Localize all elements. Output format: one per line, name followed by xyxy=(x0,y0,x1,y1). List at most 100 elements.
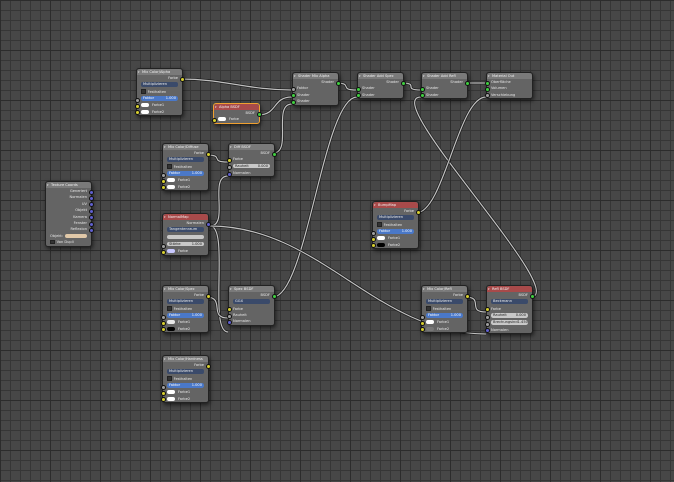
node-shader-mix-alpha[interactable]: Shader Mix AlphaShaderFaktorShaderShader xyxy=(290,72,341,106)
socket-yellow[interactable] xyxy=(226,158,232,164)
node-bump-map[interactable]: BumpMapFarbeMultiplizierenFesthaltenFakt… xyxy=(370,201,421,250)
node-material-out[interactable]: Material OutOberflächeVolumenVerschiebun… xyxy=(484,72,533,100)
dropdown-select[interactable]: Multiplizieren xyxy=(377,215,414,220)
socket-yellow[interactable] xyxy=(415,209,421,215)
checkbox-row[interactable]: Festhalten xyxy=(163,306,208,312)
checkbox-row[interactable]: Festhalten xyxy=(422,306,467,312)
node-editor-canvas[interactable]: Mix Color/AlphaFarbeMultiplizierenFestha… xyxy=(0,0,674,482)
node-diff-bsdf[interactable]: Diff BSDFBSDFFarbeRauheit0.000Normalen xyxy=(226,143,277,178)
socket-yellow[interactable] xyxy=(160,397,166,403)
node-mix-hardness[interactable]: Mix Color/HardnessFarbeMultiplizierenFes… xyxy=(160,355,211,404)
value-slider[interactable]: Faktor 1.000 xyxy=(167,312,204,318)
color-swatch[interactable] xyxy=(218,117,226,122)
socket-yellow[interactable] xyxy=(211,118,217,124)
socket-yellow[interactable] xyxy=(179,76,185,82)
value-slider[interactable]: Rauheit 0.000 xyxy=(491,312,528,318)
value-slider[interactable]: Rauheit 0.000 xyxy=(233,163,270,169)
socket-yellow[interactable] xyxy=(419,327,425,333)
color-swatch[interactable] xyxy=(167,396,175,401)
node-link[interactable] xyxy=(464,296,487,313)
node-link[interactable] xyxy=(257,96,293,116)
checkbox[interactable] xyxy=(141,89,146,94)
color-swatch[interactable] xyxy=(426,320,434,325)
node-link[interactable] xyxy=(272,103,293,154)
socket-blue[interactable] xyxy=(205,221,211,227)
socket-blue[interactable] xyxy=(226,171,232,177)
socket-blue[interactable] xyxy=(226,320,232,326)
color-swatch[interactable] xyxy=(167,184,175,189)
color-swatch[interactable] xyxy=(377,242,385,247)
node-mix-diffuse[interactable]: Mix Color/DiffuseFarbeMultiplizierenFest… xyxy=(160,143,211,192)
dropdown-select[interactable]: GGX xyxy=(233,299,270,304)
socket-blue[interactable] xyxy=(484,328,490,334)
color-swatch[interactable] xyxy=(141,109,149,114)
node-link[interactable] xyxy=(209,225,229,333)
checkbox[interactable] xyxy=(167,376,172,381)
value-slider[interactable] xyxy=(167,234,204,240)
dropdown-select[interactable]: Beckmann xyxy=(491,299,528,304)
checkbox-row[interactable]: Von Dupli xyxy=(46,239,91,245)
socket-yellow[interactable] xyxy=(205,293,211,299)
checkbox-row[interactable]: Festhalten xyxy=(373,222,418,228)
node-link[interactable] xyxy=(272,96,358,298)
value-slider[interactable]: Stärke 1.000 xyxy=(167,241,204,247)
socket-yellow[interactable] xyxy=(160,185,166,191)
node-link[interactable] xyxy=(179,78,293,91)
socket-green[interactable] xyxy=(529,293,535,299)
color-swatch[interactable] xyxy=(377,236,385,241)
dropdown-select[interactable]: Multiplizieren xyxy=(167,369,204,374)
dropdown-select[interactable]: Multiplizieren xyxy=(167,157,204,162)
color-swatch[interactable] xyxy=(167,178,175,183)
node-alpha-bsdf[interactable]: Alpha BSDFBSDFFarbe xyxy=(211,103,262,124)
node-texture-coords[interactable]: Texture CoordsGeneriertNormalenUVObjektK… xyxy=(45,181,94,247)
color-swatch[interactable] xyxy=(141,103,149,108)
checkbox-row[interactable]: Festhalten xyxy=(163,376,208,382)
socket-gray[interactable] xyxy=(484,314,490,320)
dropdown-select[interactable]: Multiplizieren xyxy=(141,82,178,87)
node-mix-alpha[interactable]: Mix Color/AlphaFarbeMultiplizierenFestha… xyxy=(134,68,185,117)
socket-yellow[interactable] xyxy=(160,327,166,333)
socket-yellow[interactable] xyxy=(370,243,376,249)
socket-green[interactable] xyxy=(271,293,277,299)
node-normal-map[interactable]: NormalMapNormalenTangentenraumStärke1.00… xyxy=(160,213,211,256)
node-link[interactable] xyxy=(415,96,487,214)
node-mix-spec[interactable]: Mix Color/SpecFarbeMultiplizierenFesthal… xyxy=(160,285,211,334)
value-slider[interactable]: Faktor 1.000 xyxy=(141,95,178,101)
socket-yellow[interactable] xyxy=(134,110,140,116)
checkbox-row[interactable]: Festhalten xyxy=(137,89,182,95)
socket-yellow[interactable] xyxy=(464,293,470,299)
value-slider[interactable]: Brechungsind 1.450 xyxy=(491,320,528,325)
checkbox[interactable] xyxy=(426,306,431,311)
color-swatch[interactable] xyxy=(167,320,175,325)
socket-gray[interactable] xyxy=(484,93,490,99)
checkbox-row[interactable]: Festhalten xyxy=(163,164,208,170)
checkbox[interactable] xyxy=(377,222,382,227)
checkbox[interactable] xyxy=(167,306,172,311)
object-field[interactable] xyxy=(65,233,87,239)
node-refl-bsdf[interactable]: Refl BSDFBSDFBeckmannFarbeRauheit0.000Br… xyxy=(484,285,535,335)
checkbox[interactable] xyxy=(167,164,172,169)
node-shader-add-refl[interactable]: Shader Add ReflShaderShaderShader xyxy=(419,72,470,100)
color-swatch[interactable] xyxy=(167,390,175,395)
node-shader-add-spec[interactable]: Shader Add SpecShaderShaderShader xyxy=(355,72,406,100)
color-swatch[interactable] xyxy=(426,326,434,331)
node-link[interactable] xyxy=(414,96,537,298)
color-swatch[interactable] xyxy=(167,249,175,254)
color-swatch[interactable] xyxy=(167,326,175,331)
node-link[interactable] xyxy=(205,296,229,319)
node-mix-refl[interactable]: Mix Color/ReflFarbeMultiplizierenFesthal… xyxy=(419,285,470,334)
socket-yellow[interactable] xyxy=(160,249,166,255)
socket-yellow[interactable] xyxy=(205,151,211,157)
socket-yellow[interactable] xyxy=(484,307,490,313)
socket-green[interactable] xyxy=(355,93,361,99)
dropdown-select[interactable]: Tangentenraum xyxy=(167,227,204,232)
dropdown-select[interactable]: Multiplizieren xyxy=(167,299,204,304)
dropdown-select[interactable]: Multiplizieren xyxy=(426,299,463,304)
value-slider[interactable]: Faktor 1.000 xyxy=(167,170,204,176)
socket-green[interactable] xyxy=(419,93,425,99)
node-spec-bsdf[interactable]: Spec BSDFBSDFGGXFarbeRauheitNormalen xyxy=(226,285,277,326)
socket-green[interactable] xyxy=(290,99,296,105)
socket-yellow[interactable] xyxy=(205,363,211,369)
value-slider[interactable]: Faktor 1.000 xyxy=(426,312,463,318)
value-slider[interactable]: Faktor 1.000 xyxy=(377,228,414,234)
